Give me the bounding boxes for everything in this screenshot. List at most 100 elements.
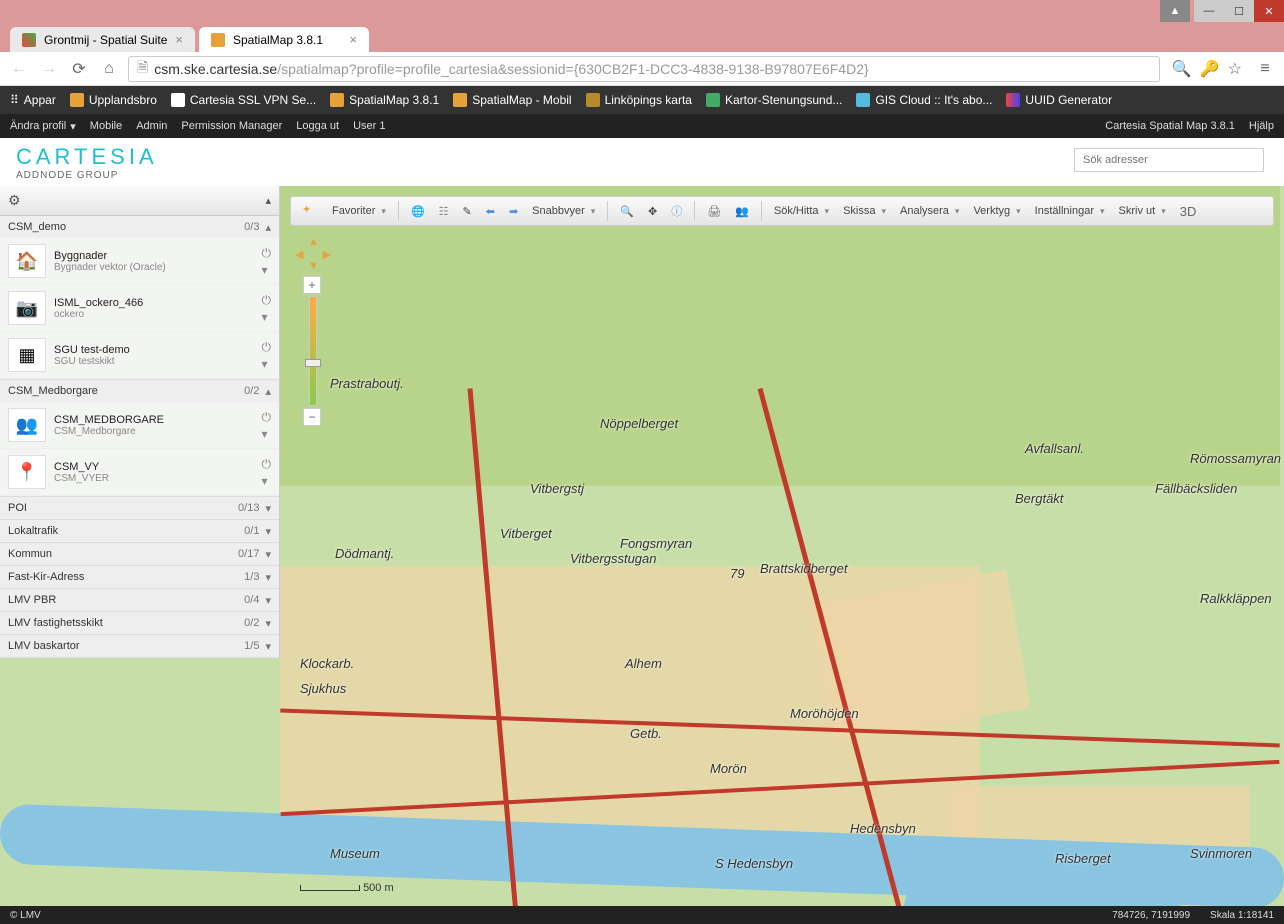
- key-icon[interactable]: 🔑: [1200, 59, 1220, 79]
- zoom-in-button[interactable]: +: [303, 276, 321, 294]
- browser-tab[interactable]: SpatialMap 3.8.1 ×: [199, 27, 369, 52]
- power-icon[interactable]: ⏻: [262, 293, 272, 308]
- search-dropdown[interactable]: Sök/Hitta: [769, 202, 834, 220]
- menu-button[interactable]: ≡: [1254, 58, 1276, 80]
- menu-mobile[interactable]: Mobile: [90, 120, 122, 133]
- star-icon[interactable]: ☆: [1228, 59, 1242, 79]
- reload-button[interactable]: ⟳: [68, 58, 90, 80]
- layer-group-header[interactable]: CSM_Medborgare 0/2 ▴: [0, 380, 279, 402]
- layer-group-header[interactable]: Lokaltrafik 0/1 ▾: [0, 520, 279, 542]
- bookmark-item[interactable]: SpatialMap 3.8.1: [330, 93, 439, 107]
- print-dropdown[interactable]: Skriv ut: [1114, 202, 1171, 220]
- tools-dropdown[interactable]: Verktyg: [968, 202, 1025, 220]
- zoom-track[interactable]: [309, 296, 317, 406]
- sketch-dropdown[interactable]: Skissa: [838, 202, 891, 220]
- analyze-dropdown[interactable]: Analysera: [895, 202, 964, 220]
- layer-group-header[interactable]: CSM_demo 0/3 ▴: [0, 216, 279, 238]
- chevron-icon[interactable]: ▾: [265, 571, 271, 584]
- forward-button[interactable]: →: [38, 58, 60, 80]
- bookmark-item[interactable]: GIS Cloud :: It's abo...: [856, 93, 992, 107]
- browser-tab[interactable]: Grontmij - Spatial Suite ×: [10, 27, 195, 52]
- maximize-button[interactable]: ☐: [1224, 0, 1254, 22]
- layer-group-header[interactable]: Kommun 0/17 ▾: [0, 543, 279, 565]
- layer-group-header[interactable]: POI 0/13 ▾: [0, 497, 279, 519]
- menu-permission[interactable]: Permission Manager: [181, 120, 282, 133]
- power-icon[interactable]: ⏻: [262, 246, 272, 261]
- globe-button[interactable]: 🌐: [406, 202, 430, 221]
- layer-group-header[interactable]: LMV fastighetsskikt 0/2 ▾: [0, 612, 279, 634]
- pan-east-icon[interactable]: ▶: [323, 248, 331, 261]
- prev-extent-button[interactable]: ⬅: [481, 202, 500, 221]
- favorites-dropdown[interactable]: Favoriter: [327, 202, 391, 220]
- brush-button[interactable]: ✎: [458, 202, 477, 221]
- power-icon[interactable]: ⏻: [262, 410, 272, 425]
- chevron-icon[interactable]: ▾: [265, 548, 271, 561]
- menu-admin[interactable]: Admin: [136, 120, 167, 133]
- settings-dropdown[interactable]: Inställningar: [1030, 202, 1110, 220]
- layer-item[interactable]: 📷 ISML_ockero_466 ockero ⏻ ▾: [0, 285, 279, 332]
- user-icon[interactable]: ▲: [1160, 0, 1190, 22]
- home-extent-button[interactable]: ✦: [297, 200, 323, 222]
- pan-west-icon[interactable]: ◀: [295, 248, 303, 261]
- minimize-button[interactable]: —: [1194, 0, 1224, 22]
- chevron-icon[interactable]: ▾: [265, 594, 271, 607]
- layer-subtitle: ockero: [54, 309, 254, 320]
- home-button[interactable]: ⌂: [98, 58, 120, 80]
- quickviews-dropdown[interactable]: Snabbvyer: [527, 202, 600, 220]
- pan-pad[interactable]: ▲ ▼ ▶ ◀: [295, 236, 331, 272]
- chevron-icon[interactable]: ▾: [265, 640, 271, 653]
- bookmark-item[interactable]: UUID Generator: [1006, 93, 1112, 107]
- menu-andra-profil[interactable]: Ändra profil ▾: [10, 120, 76, 133]
- next-extent-button[interactable]: ➡: [504, 202, 523, 221]
- chevron-down-icon[interactable]: ▾: [262, 310, 272, 324]
- search-input[interactable]: [1074, 148, 1264, 172]
- chevron-icon[interactable]: ▴: [265, 221, 271, 234]
- url-input[interactable]: 🗎 csm.ske.cartesia.se /spatialmap?profil…: [128, 56, 1160, 82]
- bookmark-item[interactable]: SpatialMap - Mobil: [453, 93, 571, 107]
- chevron-down-icon[interactable]: ▾: [262, 474, 272, 488]
- collapse-icon[interactable]: ▴: [265, 194, 271, 207]
- layer-group-header[interactable]: LMV PBR 0/4 ▾: [0, 589, 279, 611]
- print-button[interactable]: 🖨: [702, 202, 726, 221]
- identify-button[interactable]: 🔍: [615, 202, 639, 221]
- chevron-down-icon[interactable]: ▾: [262, 427, 272, 441]
- layers-button[interactable]: ☷: [434, 202, 454, 221]
- menu-logout[interactable]: Logga ut: [296, 120, 339, 133]
- bookmark-item[interactable]: Upplandsbro: [70, 93, 157, 107]
- menu-help[interactable]: Hjälp: [1249, 120, 1274, 132]
- bookmark-item[interactable]: Cartesia SSL VPN Se...: [171, 93, 316, 107]
- chevron-icon[interactable]: ▴: [265, 385, 271, 398]
- layer-item[interactable]: ▦ SGU test-demo SGU testskikt ⏻ ▾: [0, 332, 279, 379]
- pan-button[interactable]: ✥: [643, 202, 662, 221]
- power-icon[interactable]: ⏻: [262, 457, 272, 472]
- zoom-out-button[interactable]: −: [303, 408, 321, 426]
- chevron-down-icon[interactable]: ▾: [262, 357, 272, 371]
- power-icon[interactable]: ⏻: [262, 340, 272, 355]
- 3d-button[interactable]: 3D: [1175, 201, 1202, 222]
- tab-close-icon[interactable]: ×: [349, 32, 357, 47]
- layer-item[interactable]: 🏠 Byggnader Bygnader vektor (Oracle) ⏻ ▾: [0, 238, 279, 285]
- layer-group-header[interactable]: Fast-Kir-Adress 1/3 ▾: [0, 566, 279, 588]
- back-button[interactable]: ←: [8, 58, 30, 80]
- tab-close-icon[interactable]: ×: [175, 32, 183, 47]
- chevron-icon[interactable]: ▾: [265, 617, 271, 630]
- info-button[interactable]: ⓘ: [666, 200, 687, 222]
- gear-icon[interactable]: ⚙: [8, 192, 21, 209]
- layer-group-header[interactable]: LMV baskartor 1/5 ▾: [0, 635, 279, 657]
- layer-item[interactable]: 👥 CSM_MEDBORGARE CSM_Medborgare ⏻ ▾: [0, 402, 279, 449]
- pan-south-icon[interactable]: ▼: [308, 260, 319, 272]
- zoom-handle[interactable]: [305, 359, 321, 367]
- close-button[interactable]: ✕: [1254, 0, 1284, 22]
- pan-north-icon[interactable]: ▲: [308, 236, 319, 248]
- chevron-icon[interactable]: ▾: [265, 525, 271, 538]
- search-icon[interactable]: 🔍: [1172, 59, 1192, 79]
- menu-user[interactable]: User 1: [353, 120, 385, 133]
- chevron-down-icon[interactable]: ▾: [262, 263, 272, 277]
- layer-panel-header: ⚙ ▴: [0, 186, 279, 216]
- streetview-button[interactable]: 👥: [730, 202, 754, 221]
- bookmark-item[interactable]: Kartor-Stenungsund...: [706, 93, 842, 107]
- chevron-icon[interactable]: ▾: [265, 502, 271, 515]
- apps-button[interactable]: ⠿ Appar: [10, 93, 56, 107]
- layer-item[interactable]: 📍 CSM_VY CSM_VYER ⏻ ▾: [0, 449, 279, 496]
- bookmark-item[interactable]: Linköpings karta: [586, 93, 692, 107]
